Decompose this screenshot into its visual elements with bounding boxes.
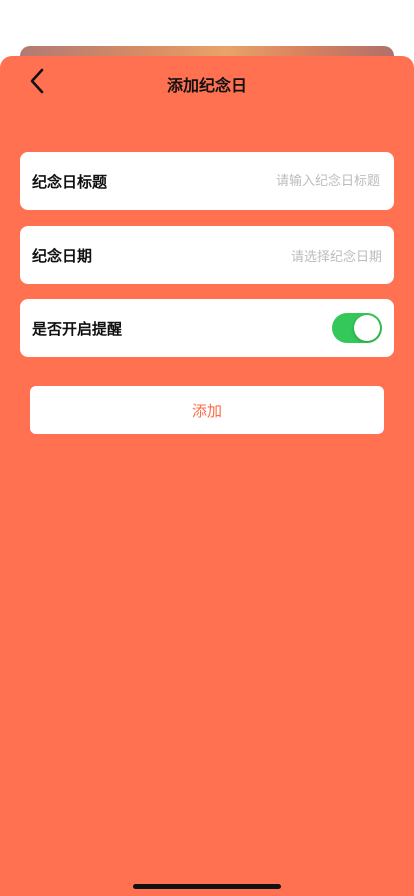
add-anniversary-sheet: 添加纪念日 纪念日标题 纪念日期 请选择纪念日期 是否开启提醒 添加 — [0, 56, 414, 896]
title-field-row: 纪念日标题 — [20, 152, 394, 210]
date-field-row[interactable]: 纪念日期 请选择纪念日期 — [20, 226, 394, 284]
reminder-label: 是否开启提醒 — [32, 319, 123, 338]
home-indicator — [133, 884, 281, 889]
page-title: 添加纪念日 — [166, 76, 247, 95]
add-button[interactable]: 添加 — [30, 386, 384, 434]
reminder-toggle[interactable] — [332, 313, 382, 343]
toggle-knob — [354, 315, 380, 341]
title-field-label: 纪念日标题 — [32, 172, 108, 191]
title-input[interactable] — [178, 172, 382, 190]
date-field-label: 纪念日期 — [32, 246, 93, 265]
reminder-row: 是否开启提醒 — [20, 299, 394, 357]
date-picker-placeholder[interactable]: 请选择纪念日期 — [291, 246, 382, 265]
screen: 添加纪念日 纪念日标题 纪念日期 请选择纪念日期 是否开启提醒 添加 — [0, 0, 414, 896]
